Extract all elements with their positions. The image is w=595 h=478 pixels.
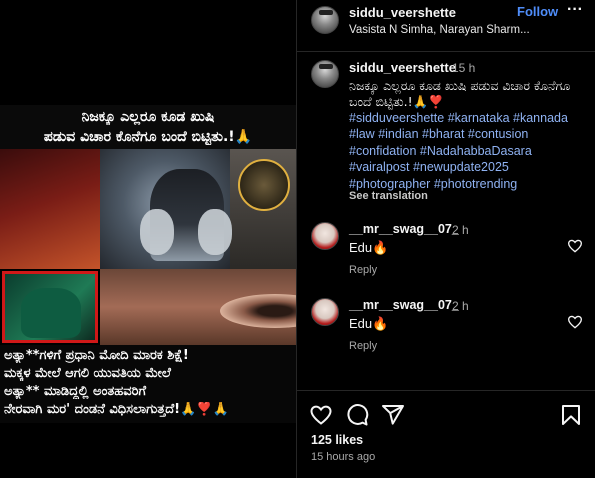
post-timestamp: 15 hours ago — [311, 451, 376, 463]
reply-button[interactable]: Reply — [349, 264, 377, 276]
comment-text: Edu🔥 — [349, 316, 389, 331]
post-sidebar: siddu_veershette Follow ··· Vasista N Si… — [296, 0, 595, 478]
image-bottom-text-line-2: ಮಕ್ಕಳ ಮೇಲೆ ಆಗಲಿ ಯುವತಿಯ ಮೇಲೆ — [4, 366, 171, 381]
comment-heart-icon[interactable] — [567, 238, 583, 254]
tearful-eye — [220, 294, 296, 328]
caption-area: siddu_veershette 15 h ನಿಜಕ್ಕೂ ಎಲ್ಲರೂ ಕೂಡ… — [297, 52, 595, 212]
hashtag-link[interactable]: #bharat — [422, 127, 464, 141]
creator-badge-logo — [238, 159, 290, 211]
image-bottom-text-line-4: ನೇರವಾಗಿ ಮರ' ದಂಡನೆ ವಿಧಿಸಲಾಗುತ್ತದೆ!🙏❣️🙏 — [4, 402, 229, 417]
comment-item: __mr__swag__07_ 2 h Edu🔥 Reply — [297, 220, 595, 284]
caption-avatar[interactable] — [311, 60, 339, 88]
commenter-avatar[interactable] — [311, 222, 339, 250]
hashtag-link[interactable]: #indian — [378, 127, 418, 141]
right-hand-shape — [198, 209, 232, 255]
hashtag-link[interactable]: #karnataka — [448, 111, 510, 125]
more-options-icon[interactable]: ··· — [565, 2, 585, 20]
bookmark-icon[interactable] — [559, 403, 583, 427]
collage-panel-red — [0, 149, 100, 269]
comment-time: 2 h — [452, 299, 469, 313]
left-hand-shape — [140, 209, 174, 255]
hashtag-link[interactable]: #kannada — [513, 111, 568, 125]
commenter-username[interactable]: __mr__swag__07_ — [349, 298, 459, 312]
post-header: siddu_veershette Follow ··· Vasista N Si… — [297, 0, 595, 52]
hashtag-list: #sidduveershette #karnataka #kannada #la… — [349, 110, 585, 192]
hashtag-link[interactable]: #contusion — [468, 127, 528, 141]
hashtag-link[interactable]: #vairalpost — [349, 160, 409, 174]
comment-icon[interactable] — [345, 403, 369, 427]
post-image[interactable]: ನಿಜಕ್ಕೂ ಎಲ್ಲರೂ ಕೂಡ ಖುಷಿ ಪಡುವ ವಿಚಾರ ಕೊನೆಗ… — [0, 105, 296, 423]
image-top-text-line-1: ನಿಜಕ್ಕೂ ಎಲ್ಲರೂ ಕೂಡ ಖುಷಿ — [81, 109, 215, 125]
share-icon[interactable] — [381, 403, 405, 427]
comment-time: 2 h — [452, 223, 469, 237]
hashtag-link[interactable]: #newupdate2025 — [413, 160, 509, 174]
audio-attribution[interactable]: Vasista N Simha, Narayan Sharm... — [349, 24, 539, 36]
likes-count[interactable]: 125 likes — [311, 433, 363, 447]
commenter-avatar[interactable] — [311, 298, 339, 326]
comment-heart-icon[interactable] — [567, 314, 583, 330]
hashtag-link[interactable]: #confidation — [349, 144, 416, 158]
post-media-pane: ನಿಜಕ್ಕೂ ಎಲ್ಲರೂ ಕೂಡ ಖುಷಿ ಪಡುವ ವಿಚಾರ ಕೊನೆಗ… — [0, 0, 296, 478]
see-translation-link[interactable]: See translation — [349, 190, 428, 202]
image-collage — [0, 149, 296, 345]
hashtag-link[interactable]: #law — [349, 127, 375, 141]
red-frame — [2, 271, 98, 343]
post-actions-bar: 125 likes 15 hours ago — [297, 390, 595, 478]
image-top-text-line-2: ಪಡುವ ವಿಚಾರ ಕೊನೆಗೂ ಬಂದೆ ಬಿಟ್ಟಿತು.!🙏 — [43, 129, 253, 145]
silhouette-shape — [21, 288, 81, 338]
collage-panel-eye — [100, 269, 296, 345]
commenter-username[interactable]: __mr__swag__07_ — [349, 222, 459, 236]
collage-panel-green — [0, 269, 100, 345]
author-username[interactable]: siddu_veershette — [349, 5, 456, 20]
author-avatar[interactable] — [311, 6, 339, 34]
comment-item: __mr__swag__07_ 2 h Edu🔥 Reply — [297, 296, 595, 360]
follow-button[interactable]: Follow — [517, 4, 558, 19]
hashtag-link[interactable]: #photographer — [349, 177, 430, 191]
caption-text: ನಿಜಕ್ಕೂ ಎಲ್ಲರೂ ಕೂಡ ಖುಷಿ ಪಡುವ ವಿಚಾರ ಕೊನೆಗ… — [349, 78, 571, 109]
caption-username[interactable]: siddu_veershette — [349, 60, 456, 75]
hashtag-link[interactable]: #sidduveershette — [349, 111, 444, 125]
heart-icon[interactable] — [309, 403, 333, 427]
hashtag-link[interactable]: #NadahabbaDasara — [420, 144, 532, 158]
reply-button[interactable]: Reply — [349, 340, 377, 352]
caption-time: 15 h — [452, 61, 476, 75]
hashtag-link[interactable]: #phototrending — [434, 177, 517, 191]
image-top-banner: ನಿಜಕ್ಕೂ ಎಲ್ಲರೂ ಕೂಡ ಖುಷಿ ಪಡುವ ವಿಚಾರ ಕೊನೆಗ… — [0, 105, 296, 149]
image-bottom-text-line-1: ಅತ್ಯಾ**ಗಳಿಗೆ ಪ್ರಧಾನಿ ಮೋದಿ ಮಾರಕ ಶಿಕ್ಷೆ! — [4, 348, 189, 363]
image-bottom-banner: ಅತ್ಯಾ**ಗಳಿಗೆ ಪ್ರಧಾನಿ ಮೋದಿ ಮಾರಕ ಶಿಕ್ಷೆ! ಮ… — [0, 345, 296, 423]
image-bottom-text-line-3: ಅತ್ಯಾ** ಮಾಡಿದ್ದಲ್ಲಿ ಅಂತಹವರಿಗೆ — [4, 384, 147, 399]
comment-text: Edu🔥 — [349, 240, 389, 255]
